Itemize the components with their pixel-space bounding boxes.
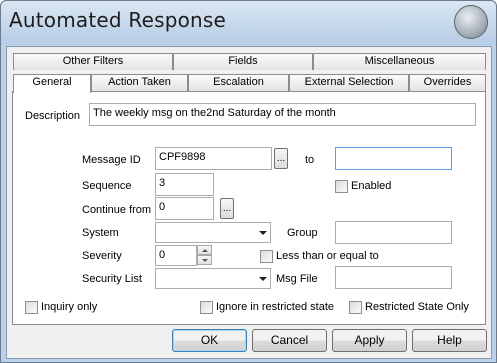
group-field[interactable]	[335, 221, 452, 244]
checkbox-box[interactable]	[260, 250, 273, 263]
description-label: Description	[25, 110, 81, 122]
tab-external-selection[interactable]: External Selection	[289, 74, 409, 91]
security-list-dropdown[interactable]	[155, 268, 271, 289]
system-dropdown[interactable]	[155, 222, 271, 243]
cancel-button[interactable]: Cancel	[252, 329, 327, 352]
continue-from-label: Continue from	[82, 204, 152, 216]
ignore-restricted-label: Ignore in restricted state	[216, 301, 335, 313]
tab-miscellaneous[interactable]: Miscellaneous	[313, 53, 486, 70]
group-label: Group	[287, 227, 318, 239]
tab-action-taken[interactable]: Action Taken	[91, 74, 188, 91]
severity-label: Severity	[82, 250, 122, 262]
message-id-field[interactable]: CPF9898	[155, 147, 272, 170]
title-bar[interactable]: Automated Response	[1, 1, 496, 45]
ok-button[interactable]: OK	[172, 329, 247, 352]
tab-general[interactable]: General	[13, 74, 91, 93]
severity-field[interactable]: 0	[155, 245, 197, 266]
restricted-only-label: Restricted State Only	[365, 301, 469, 313]
dialog-client-area: Other Filters Fields Miscellaneous Gener…	[6, 46, 492, 359]
continue-from-field[interactable]: 0	[155, 197, 214, 220]
tab-fields[interactable]: Fields	[173, 53, 313, 70]
message-id-label: Message ID	[82, 154, 141, 166]
general-tab-panel: Description The weekly msg on the2nd Sat…	[12, 91, 486, 325]
msg-file-field[interactable]	[335, 266, 452, 289]
msg-file-label: Msg File	[276, 273, 318, 285]
tab-other-filters[interactable]: Other Filters	[13, 53, 173, 70]
checkbox-box[interactable]	[200, 301, 213, 314]
tab-overrides[interactable]: Overrides	[409, 74, 486, 91]
dialog-window: Automated Response Other Filters Fields …	[0, 0, 497, 363]
chevron-down-icon	[259, 231, 267, 235]
message-id-browse-button[interactable]: ...	[274, 148, 288, 169]
to-label: to	[305, 154, 315, 166]
sequence-field[interactable]: 3	[155, 173, 214, 196]
enabled-label: Enabled	[351, 180, 392, 192]
apply-button[interactable]: Apply	[332, 329, 407, 352]
sequence-label: Sequence	[82, 180, 132, 192]
less-than-label: Less than or equal to	[276, 250, 379, 262]
to-field[interactable]	[335, 147, 452, 170]
restricted-only-checkbox[interactable]: Restricted State Only	[349, 301, 469, 315]
window-title: Automated Response	[9, 8, 227, 32]
enabled-checkbox[interactable]: Enabled	[335, 180, 391, 194]
chevron-down-icon	[259, 277, 267, 281]
description-field[interactable]: The weekly msg on the2nd Saturday of the…	[89, 103, 476, 126]
checkbox-box[interactable]	[349, 301, 362, 314]
checkbox-box[interactable]	[335, 180, 348, 193]
continue-from-browse-button[interactable]: ...	[220, 198, 234, 219]
help-button[interactable]: Help	[412, 329, 487, 352]
spin-down-icon[interactable]	[197, 255, 212, 265]
spin-up-icon[interactable]	[197, 245, 212, 255]
system-label: System	[82, 227, 119, 239]
inquiry-only-checkbox[interactable]: Inquiry only	[25, 301, 97, 315]
checkbox-box[interactable]	[25, 301, 38, 314]
less-than-checkbox[interactable]: Less than or equal to	[260, 250, 379, 264]
inquiry-only-label: Inquiry only	[41, 301, 98, 313]
app-logo-icon	[454, 5, 488, 39]
severity-spinner[interactable]	[197, 245, 212, 266]
security-list-label: Security List	[82, 273, 142, 285]
ignore-restricted-checkbox[interactable]: Ignore in restricted state	[200, 301, 334, 315]
tab-escalation[interactable]: Escalation	[188, 74, 289, 91]
